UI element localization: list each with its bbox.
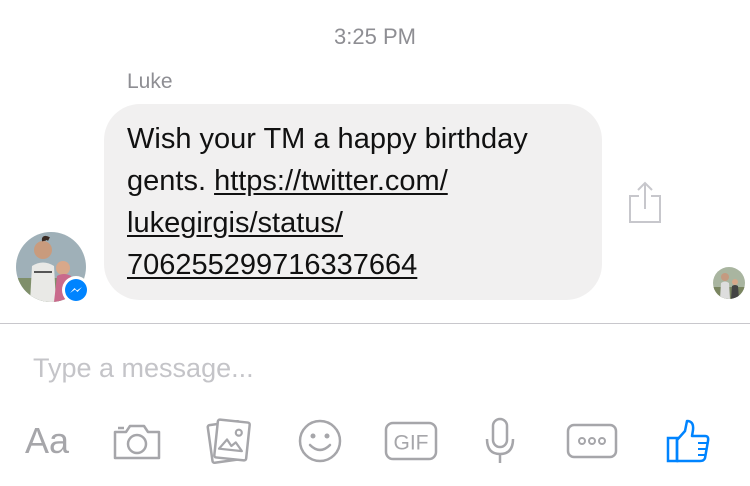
microphone-icon[interactable] — [482, 414, 518, 468]
more-icon[interactable] — [566, 414, 618, 468]
text-format-icon[interactable]: Aa — [18, 414, 76, 468]
message-link-part-1: https://twitter.com/ — [214, 165, 448, 197]
sender-name: Luke — [127, 70, 173, 93]
seen-avatar — [713, 267, 745, 299]
share-icon[interactable] — [628, 180, 662, 224]
message-link-part-2: lukegirgis/status/ — [127, 207, 343, 239]
composer-divider — [0, 323, 750, 324]
gif-label: GIF — [394, 432, 429, 455]
emoji-icon[interactable] — [296, 414, 344, 468]
message-link-part-3: 706255299716337664 — [127, 249, 418, 281]
messenger-badge — [62, 276, 90, 304]
message-input[interactable] — [33, 350, 713, 386]
messenger-icon — [70, 287, 82, 293]
thumbs-up-icon[interactable] — [664, 414, 712, 468]
message-bubble[interactable]: Wish your TM a happy birthday gents. htt… — [104, 104, 602, 300]
gif-icon[interactable]: GIF — [384, 414, 438, 468]
camera-icon[interactable] — [112, 414, 162, 468]
photo-gallery-icon[interactable] — [204, 414, 254, 468]
message-timestamp: 3:25 PM — [334, 24, 416, 49]
